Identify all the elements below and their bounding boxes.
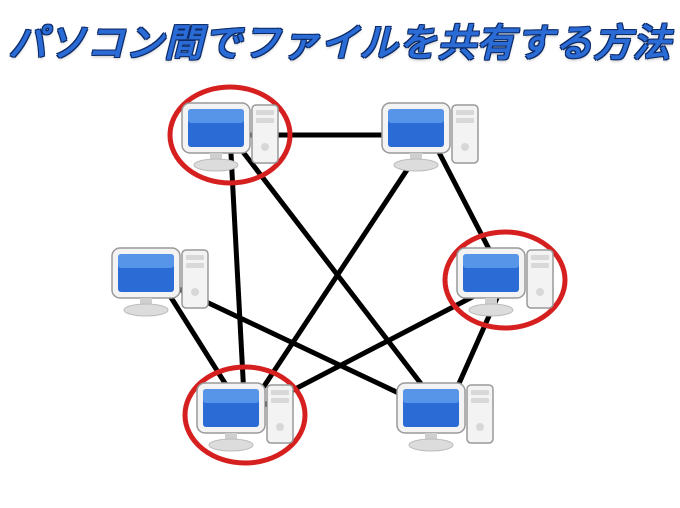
diagram-stage: パソコン間でファイルを共有する方法 [0,0,680,508]
desktop-computer-icon [457,248,553,316]
desktop-computer-icon [197,383,293,451]
computer-node [445,232,565,328]
computer-node [382,103,478,171]
desktop-computer-icon [112,248,208,316]
desktop-computer-icon [182,103,278,171]
computer-node [112,248,208,316]
network-diagram [0,0,680,508]
computer-node [170,87,290,183]
network-edge [230,135,245,415]
desktop-computer-icon [397,383,493,451]
desktop-computer-icon [382,103,478,171]
computer-node [397,383,493,451]
